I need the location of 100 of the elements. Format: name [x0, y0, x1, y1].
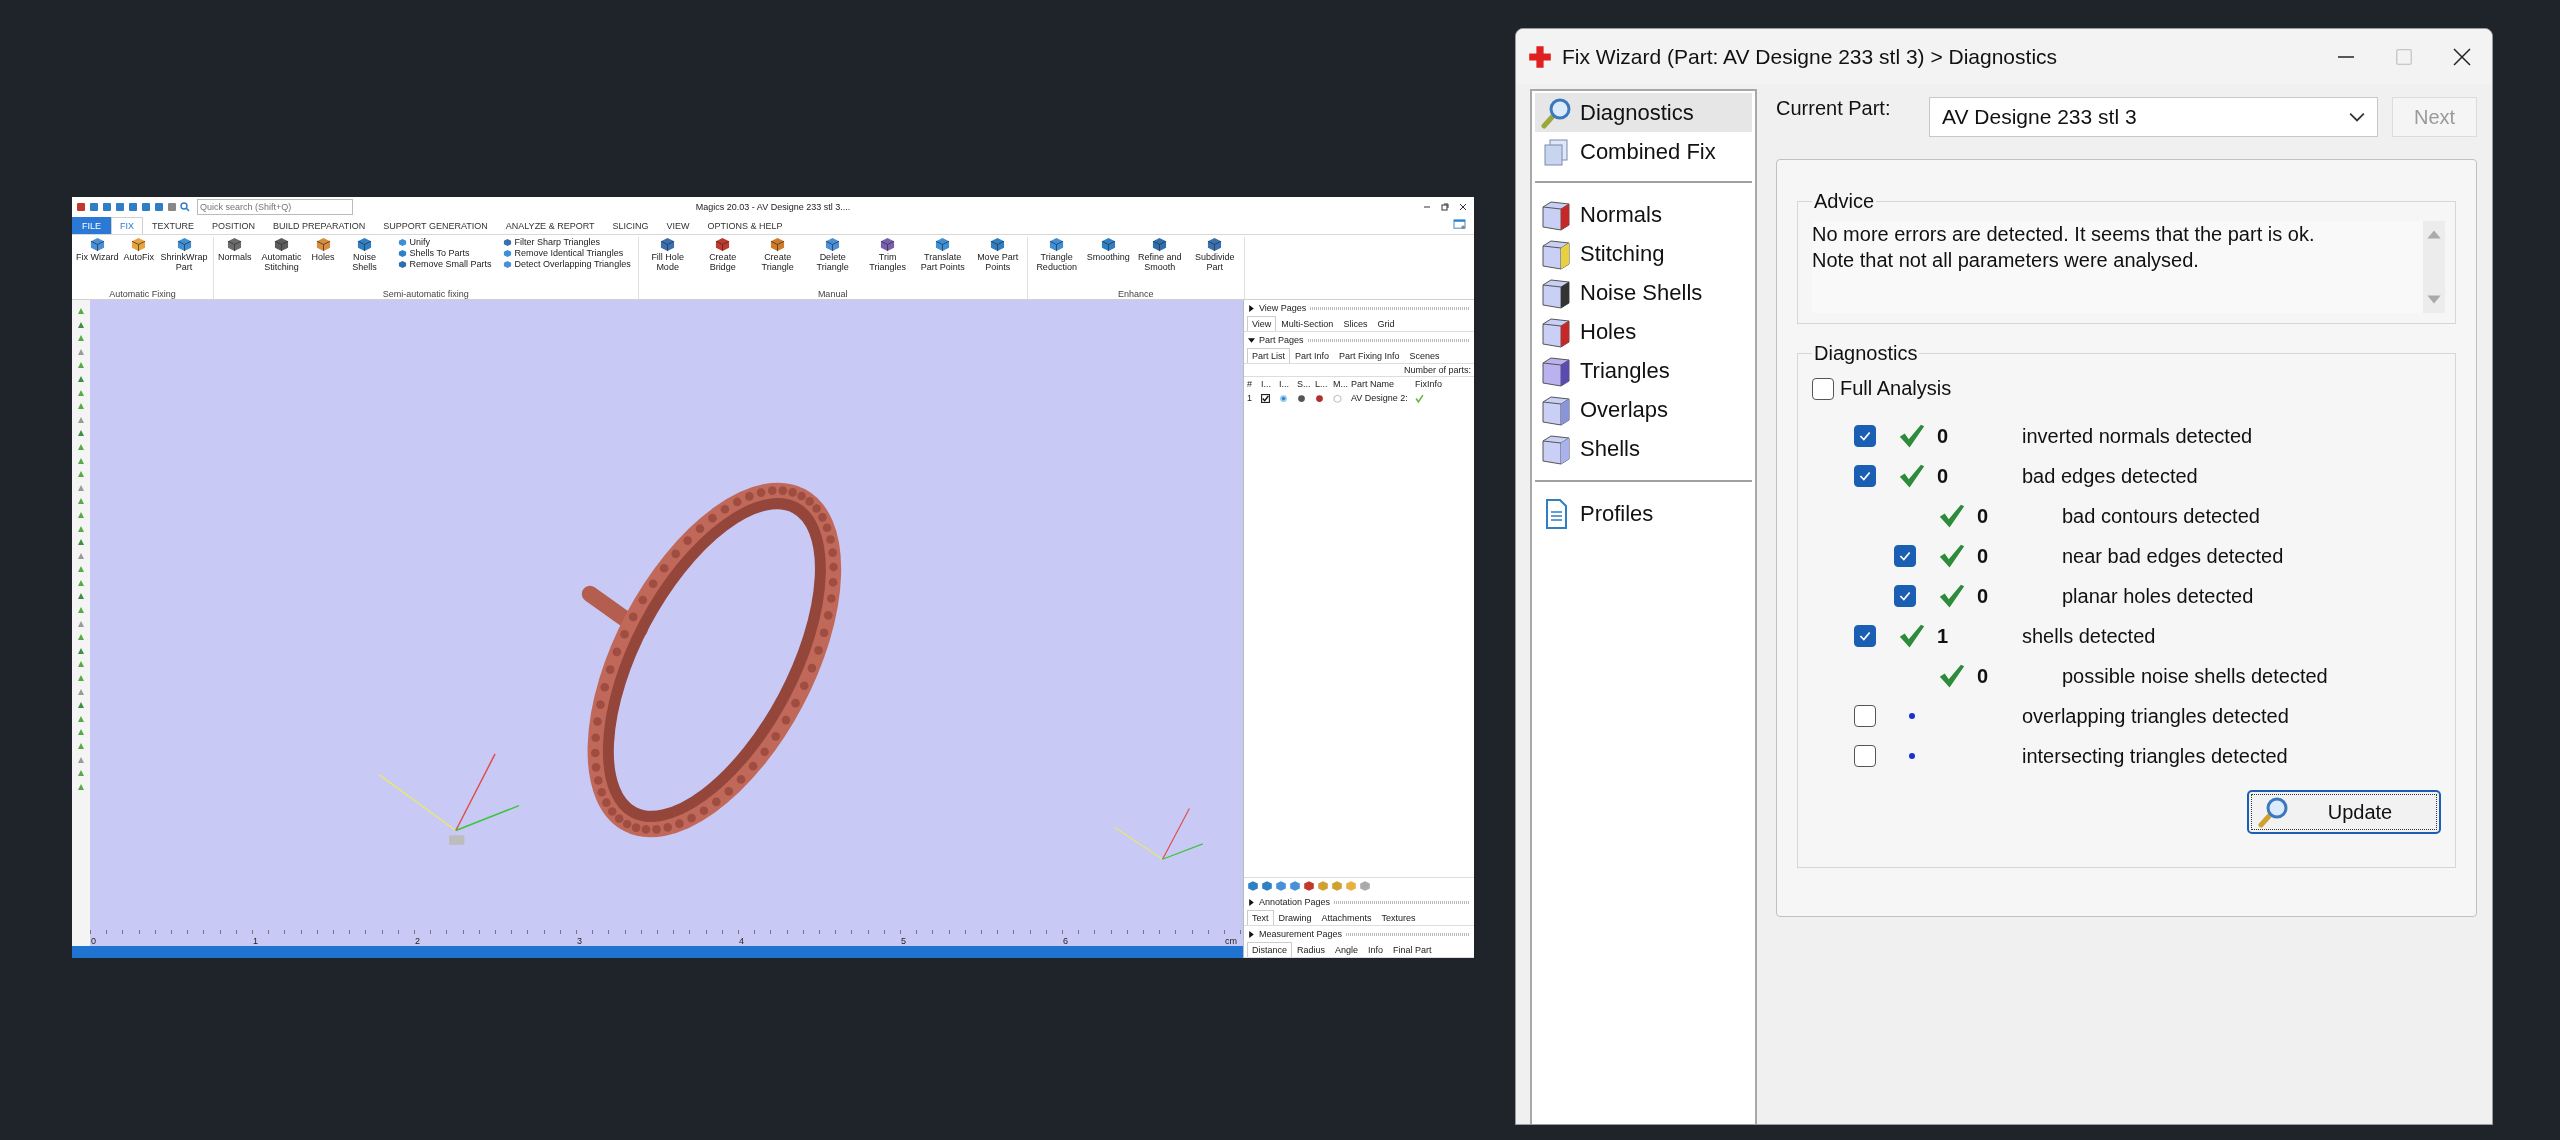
panel-tab[interactable]: Info: [1363, 942, 1389, 957]
column-header[interactable]: I...: [1261, 379, 1279, 389]
search-field[interactable]: Quick search (Shift+Q): [197, 199, 353, 215]
panel-tab[interactable]: Scenes: [1404, 348, 1445, 363]
expand-icon[interactable]: [1248, 304, 1255, 312]
ribbon-button[interactable]: ShrinkWrap Part: [158, 237, 210, 273]
ribbon-button[interactable]: Subdivide Part: [1188, 237, 1241, 273]
tool-icon[interactable]: [76, 605, 86, 616]
expand-icon[interactable]: [1248, 898, 1255, 906]
window-icon[interactable]: [1453, 219, 1466, 230]
checkbox[interactable]: [1854, 465, 1876, 487]
ribbon-button[interactable]: Translate Part Points: [916, 237, 969, 273]
toolbar-icon[interactable]: [1331, 880, 1343, 892]
nav-item[interactable]: Triangles: [1535, 351, 1752, 390]
tool-icon[interactable]: [76, 428, 86, 439]
tool-icon[interactable]: [76, 401, 86, 412]
scroll-up-icon[interactable]: [2426, 229, 2442, 240]
ribbon-button[interactable]: Smoothing: [1085, 237, 1131, 263]
scroll-down-icon[interactable]: [2426, 294, 2442, 305]
ribbon-button[interactable]: AutoFix: [122, 237, 155, 263]
nav-item[interactable]: Diagnostics: [1535, 93, 1752, 132]
checkbox[interactable]: [1812, 377, 1834, 400]
tool-icon[interactable]: [76, 727, 86, 738]
tool-icon[interactable]: [76, 564, 86, 575]
ribbon-button[interactable]: Holes: [310, 237, 336, 263]
tool-icon[interactable]: [76, 591, 86, 602]
nav-item[interactable]: Noise Shells: [1535, 273, 1752, 312]
column-header[interactable]: FixInfo: [1415, 379, 1451, 389]
visibility-icon[interactable]: [1279, 393, 1288, 403]
checkbox[interactable]: [1854, 705, 1876, 727]
column-header[interactable]: I...: [1279, 379, 1297, 389]
ribbon-button[interactable]: Filter Sharp Triangles: [502, 237, 631, 247]
ribbon-button[interactable]: Remove Identical Triangles: [502, 248, 631, 258]
panel-tab[interactable]: Drawing: [1273, 910, 1317, 925]
panel-tab[interactable]: Final Part: [1388, 942, 1437, 957]
ribbon-button[interactable]: Fix Wizard: [75, 237, 120, 263]
ribbon-button[interactable]: Normals: [217, 237, 253, 263]
tool-icon[interactable]: [76, 360, 86, 371]
column-header[interactable]: #: [1247, 379, 1261, 389]
ribbon-tab[interactable]: SLICING: [603, 217, 658, 234]
checkbox[interactable]: [1854, 745, 1876, 767]
ribbon-button[interactable]: Trim Triangles: [861, 237, 914, 273]
checkbox[interactable]: [1261, 393, 1270, 403]
nav-item[interactable]: Profiles: [1535, 494, 1752, 533]
ribbon-button[interactable]: Refine and Smooth: [1133, 237, 1186, 273]
panel-tab[interactable]: Grid: [1372, 316, 1400, 331]
ribbon-tab[interactable]: FILE: [72, 217, 111, 234]
checkbox[interactable]: [1854, 425, 1876, 447]
ribbon-tab[interactable]: VIEW: [657, 217, 699, 234]
toolbar-icon[interactable]: [1317, 880, 1329, 892]
ribbon-tab[interactable]: SUPPORT GENERATION: [374, 217, 497, 234]
ribbon-tab[interactable]: TEXTURE: [143, 217, 204, 234]
nav-item[interactable]: Normals: [1535, 195, 1752, 234]
part-dropdown[interactable]: AV Designe 233 stl 3: [1929, 97, 2378, 137]
toolbar-icon[interactable]: [1359, 880, 1371, 892]
ribbon-button[interactable]: Triangle Reduction: [1030, 237, 1083, 273]
panel-tab[interactable]: Part Info: [1290, 348, 1335, 363]
toolbar-icon[interactable]: [1289, 880, 1301, 892]
ribbon-tab[interactable]: ANALYZE & REPORT: [496, 217, 604, 234]
tool-icon[interactable]: [76, 469, 86, 480]
panel-tab[interactable]: Radius: [1292, 942, 1331, 957]
tool-icon[interactable]: [76, 768, 86, 779]
panel-tab[interactable]: Part List: [1247, 348, 1290, 363]
ribbon-tab[interactable]: POSITION: [203, 217, 265, 234]
tool-icon[interactable]: [76, 673, 86, 684]
3d-viewport[interactable]: 0 1 2 3 4 5 6 cm: [90, 300, 1243, 946]
column-header[interactable]: S...: [1297, 379, 1315, 389]
shading-icon[interactable]: [1297, 393, 1306, 403]
restore-button[interactable]: [1438, 202, 1452, 212]
ribbon-button[interactable]: Delete Triangle: [806, 237, 859, 273]
ribbon-button[interactable]: Noise Shells: [338, 237, 391, 273]
panel-tab[interactable]: Slices: [1338, 316, 1373, 331]
panel-tab[interactable]: Text: [1247, 910, 1274, 925]
scrollbar[interactable]: [2423, 221, 2445, 313]
expand-icon[interactable]: [1248, 930, 1255, 938]
ribbon-tab[interactable]: BUILD PREPARATION: [264, 217, 375, 234]
ribbon-button[interactable]: Move Part Points: [971, 237, 1024, 273]
toolbar-icon[interactable]: [1303, 880, 1315, 892]
toolbar-icon[interactable]: [1275, 880, 1287, 892]
ribbon-button[interactable]: Fill Hole Mode: [641, 237, 694, 273]
tool-icon[interactable]: [76, 632, 86, 643]
panel-tab[interactable]: Multi-Section: [1276, 316, 1339, 331]
ribbon-button[interactable]: Create Triangle: [751, 237, 804, 273]
checkbox[interactable]: [1854, 625, 1876, 647]
nav-item[interactable]: Stitching: [1535, 234, 1752, 273]
panel-tab[interactable]: Part Fixing Info: [1334, 348, 1405, 363]
update-button[interactable]: Update: [2247, 790, 2441, 834]
tool-icon[interactable]: [76, 700, 86, 711]
ribbon-button[interactable]: Automatic Stitching: [255, 237, 308, 273]
tool-icon[interactable]: [76, 306, 86, 316]
panel-tab[interactable]: Attachments: [1316, 910, 1377, 925]
column-header[interactable]: Part Name: [1351, 379, 1415, 389]
ribbon-tab[interactable]: FIX: [111, 217, 144, 234]
column-header[interactable]: M...: [1333, 379, 1351, 389]
nav-item[interactable]: Holes: [1535, 312, 1752, 351]
ribbon-button[interactable]: Create Bridge: [696, 237, 749, 273]
panel-tab[interactable]: View: [1247, 316, 1277, 331]
ribbon-button[interactable]: Shells To Parts: [397, 248, 492, 258]
panel-tab[interactable]: Angle: [1330, 942, 1364, 957]
lock-icon[interactable]: [1315, 393, 1324, 403]
